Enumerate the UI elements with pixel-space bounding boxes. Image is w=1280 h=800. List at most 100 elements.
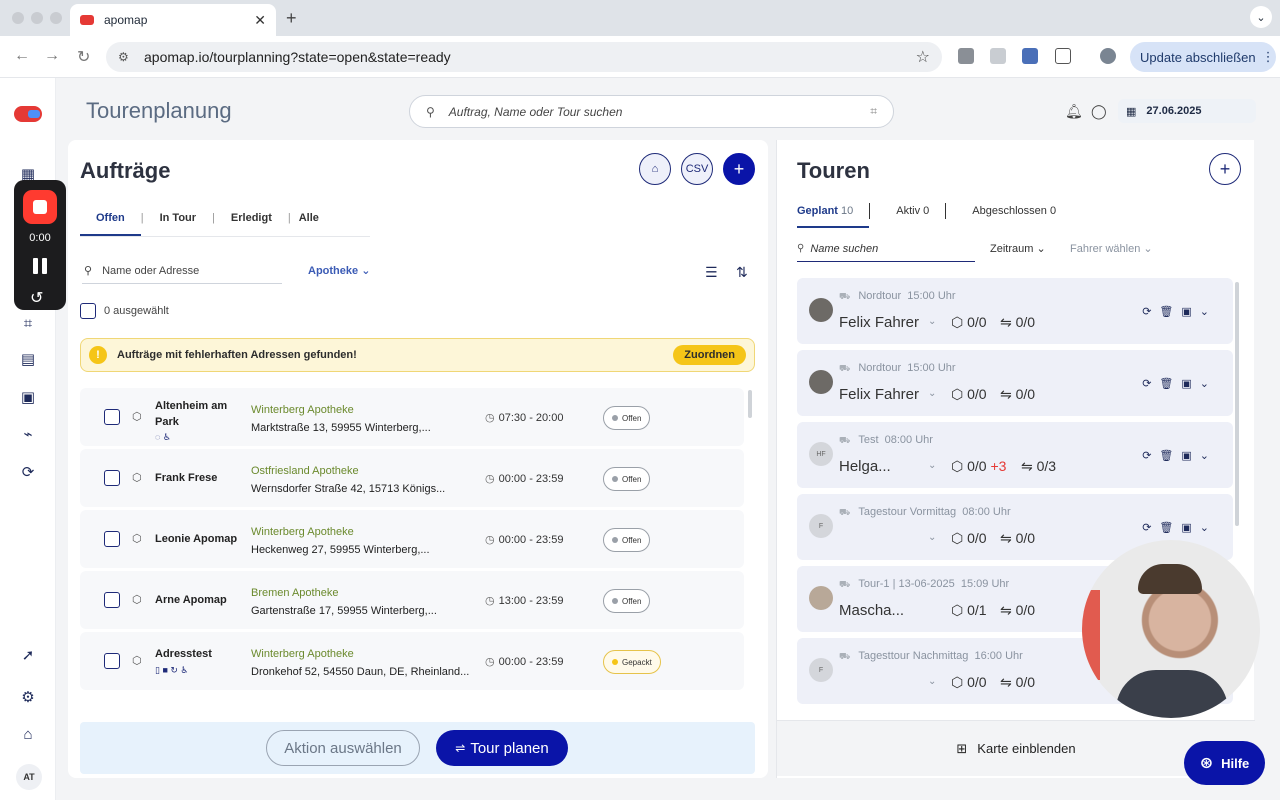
pause-icon[interactable] [33, 258, 47, 274]
row-checkbox[interactable] [104, 409, 120, 425]
tour-actions[interactable]: ⟳🗑︎▣⌄ [1142, 449, 1217, 462]
status-text: Offen [622, 535, 642, 545]
stop-recording-button[interactable] [23, 190, 57, 224]
time-text: 00:00 - 23:59 [498, 473, 564, 485]
user-avatar[interactable]: AT [16, 764, 42, 790]
scan-icon[interactable]: ⌗ [19, 315, 37, 333]
filter-settings-icon[interactable]: ☰ [705, 264, 718, 281]
tour-card[interactable]: ⛟ Nordtour 15:00 Uhr Felix Fahrer ⌄ ⬡ 0/0… [797, 278, 1233, 344]
checkbox[interactable] [80, 303, 96, 319]
url-field[interactable]: ⚙ apomap.io/tourplanning?state=open&stat… [106, 42, 942, 72]
chevron-down-icon[interactable]: ⌄ [928, 316, 936, 327]
update-button[interactable]: Update abschließen ⋮ [1130, 42, 1276, 72]
row-checkbox[interactable] [104, 653, 120, 669]
store-icon[interactable]: ⌂ [19, 726, 37, 744]
tab-offen[interactable]: Offen [80, 200, 141, 236]
extension-icon[interactable] [1022, 48, 1038, 64]
order-row[interactable]: ⬡ Leonie Apomap Winterberg Apotheke Heck… [80, 510, 744, 568]
puzzle-icon[interactable] [1055, 48, 1071, 64]
gear-icon[interactable]: ⚙ [19, 689, 37, 707]
apomap-logo[interactable] [14, 106, 42, 122]
tour-actions[interactable]: ⟳🗑︎▣⌄ [1142, 521, 1217, 534]
stop-value: 0/0 [1015, 386, 1036, 402]
pharmacy-icon[interactable]: ⌂ [639, 153, 671, 185]
tour-actions[interactable]: ⟳🗑︎▣⌄ [1142, 377, 1217, 390]
show-map-button[interactable]: ⊞ Karte einblenden [777, 720, 1255, 776]
close-icon[interactable]: ✕ [254, 12, 266, 29]
rocket-icon[interactable]: ➚ [19, 647, 37, 665]
help-button[interactable]: ⊛ Hilfe [1184, 741, 1265, 785]
tab-geplant[interactable]: Geplant 10 [797, 200, 870, 228]
search-doc-icon[interactable]: ▣ [19, 389, 37, 407]
extension-icon[interactable] [990, 48, 1006, 64]
tab-aktiv[interactable]: Aktiv 0 [896, 200, 945, 228]
tab-alle[interactable]: Alle [291, 200, 335, 236]
time-window: ◷ 00:00 - 23:59 [485, 472, 567, 485]
plan-tour-label: Tour planen [470, 739, 549, 757]
window-zoom-dot[interactable] [50, 12, 62, 24]
extension-icon[interactable] [958, 48, 974, 64]
tab-label: Geplant [797, 205, 838, 217]
row-checkbox[interactable] [104, 470, 120, 486]
new-tab-icon[interactable]: + [286, 8, 297, 29]
search-icon: ⚲ [797, 243, 805, 254]
apotheke-filter-dropdown[interactable]: Apotheke ⌄ [308, 264, 370, 277]
chat-icon[interactable]: ◯ [1091, 103, 1107, 120]
tour-search-input[interactable]: ⚲ Name suchen [797, 236, 975, 262]
chevron-down-icon[interactable]: ⌄ [928, 532, 936, 543]
profile-icon[interactable] [1100, 48, 1116, 64]
order-row[interactable]: ⬡ Frank Frese Ostfriesland Apotheke Wern… [80, 449, 744, 507]
webcam-background [1082, 590, 1100, 680]
tour-card[interactable]: HF ⛟ Test 08:00 Uhr Helga... ⌄ ⬡ 0/0 +3 ⇋… [797, 422, 1233, 488]
chevron-down-icon[interactable]: ⌄ [928, 460, 936, 471]
csv-import-icon[interactable]: CSV [681, 153, 713, 185]
global-search-input[interactable]: ⚲ Auftrag, Name oder Tour suchen ⌗ [409, 95, 894, 128]
reload-icon[interactable]: ↻ [77, 47, 90, 67]
row-checkbox[interactable] [104, 531, 120, 547]
order-row[interactable]: ⬡ Adresstest ▯ ■ ↻ ♿ Winterberg Apotheke… [80, 632, 744, 690]
order-row[interactable]: ⬡ Arne Apomap Bremen Apotheke Gartenstra… [80, 571, 744, 629]
delivery-address: Heckenweg 27, 59955 Winterberg,... [251, 544, 430, 556]
more-icon[interactable]: ⋮ [1262, 49, 1275, 65]
window-close-dot[interactable] [12, 12, 24, 24]
restart-icon[interactable]: ↺ [30, 288, 43, 308]
window-minimize-dot[interactable] [31, 12, 43, 24]
assign-button[interactable]: Zuordnen [673, 345, 746, 365]
period-filter-label: Zeitraum [990, 243, 1034, 255]
tab-abgeschlossen[interactable]: Abgeschlossen 0 [972, 200, 1072, 228]
row-checkbox[interactable] [104, 592, 120, 608]
back-icon[interactable]: ← [14, 47, 30, 65]
order-search-input[interactable]: ⚲ Name oder Adresse [82, 258, 282, 284]
period-filter-dropdown[interactable]: Zeitraum ⌄ [990, 242, 1046, 255]
bell-icon[interactable]: 🔔︎ [1065, 103, 1083, 120]
sync-icon[interactable]: ⟳ [19, 464, 37, 482]
orders-scrollbar[interactable] [748, 390, 752, 418]
driver-avatar [809, 586, 833, 610]
sort-icon[interactable]: ⇅ [736, 264, 748, 281]
chevron-down-icon[interactable]: ⌄ [1250, 6, 1272, 28]
tour-card[interactable]: ⛟ Nordtour 15:00 Uhr Felix Fahrer ⌄ ⬡ 0/0… [797, 350, 1233, 416]
analytics-icon[interactable]: ⌁ [19, 426, 37, 444]
orders-icon[interactable]: ▤ [19, 351, 37, 369]
select-all-checkbox[interactable]: 0 ausgewählt [80, 303, 169, 319]
date-picker[interactable]: ▦ 27.06.2025 [1118, 99, 1256, 123]
tour-actions[interactable]: ⟳🗑︎▣⌄ [1142, 305, 1217, 318]
site-info-icon[interactable]: ⚙ [118, 50, 132, 64]
forward-icon[interactable]: → [44, 47, 60, 65]
barcode-scan-icon[interactable]: ⌗ [870, 104, 877, 119]
tours-scrollbar[interactable] [1235, 282, 1239, 526]
package-icon: ⬡ [132, 472, 142, 484]
select-action-button[interactable]: Aktion auswählen [266, 730, 420, 766]
driver-filter-dropdown[interactable]: Fahrer wählen ⌄ [1070, 242, 1153, 255]
bookmark-star-icon[interactable]: ☆ [916, 47, 930, 67]
plan-tour-button[interactable]: ⇌ Tour planen [436, 730, 568, 766]
tab-in-tour[interactable]: In Tour [144, 200, 212, 236]
add-order-button[interactable]: + [723, 153, 755, 185]
chevron-down-icon[interactable]: ⌄ [928, 676, 936, 687]
browser-tab[interactable]: apomap ✕ [70, 4, 276, 36]
url-text: apomap.io/tourplanning?state=open&state=… [144, 49, 451, 65]
order-row[interactable]: ⬡ Altenheim am Park ◌ ♿ Winterberg Apoth… [80, 388, 744, 446]
chevron-down-icon[interactable]: ⌄ [928, 388, 936, 399]
add-tour-button[interactable]: + [1209, 153, 1241, 185]
tab-erledigt[interactable]: Erledigt [215, 200, 288, 236]
